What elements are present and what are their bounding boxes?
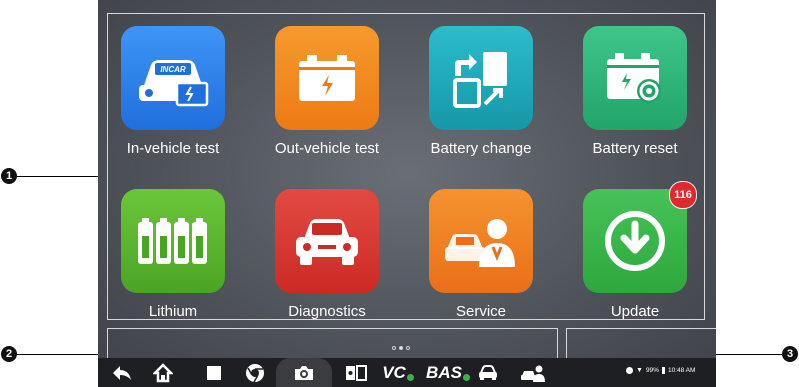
car-front-icon — [275, 189, 379, 293]
callout-3: 3 — [782, 346, 798, 362]
callout-1-line — [17, 176, 98, 177]
notification-icon — [626, 367, 633, 374]
app-lithium[interactable]: Lithium — [98, 189, 248, 320]
battery-percent: 99% — [645, 367, 659, 374]
app-in-vehicle-test[interactable]: INCAR In-vehicle test — [98, 26, 248, 157]
callout-2-line — [17, 354, 98, 355]
app-battery-change[interactable]: Battery change — [406, 26, 556, 157]
app-update[interactable]: 116 Update — [560, 181, 710, 320]
battery-level-icon — [661, 367, 665, 374]
bas-label: BAS — [426, 363, 462, 382]
app-label: Battery change — [430, 140, 532, 157]
chrome-icon[interactable] — [243, 362, 267, 384]
app-label: Out-vehicle test — [274, 140, 380, 157]
incar-text: INCAR — [160, 65, 186, 74]
page-dot-active[interactable] — [399, 346, 403, 350]
app-battery-reset[interactable]: Battery reset — [560, 26, 710, 157]
app-service[interactable]: Service — [406, 189, 556, 320]
battery-icon — [275, 26, 379, 130]
app-label: Update — [610, 303, 660, 320]
bas-icon[interactable]: BAS — [423, 362, 473, 384]
app-label: Diagnostics — [288, 303, 366, 320]
page-indicator — [392, 346, 410, 350]
download-icon: 116 — [583, 181, 697, 293]
app-label: Battery reset — [592, 140, 678, 157]
vci-label: VC — [382, 363, 406, 382]
page-dot[interactable] — [406, 346, 410, 350]
recent-apps-icon[interactable] — [202, 362, 226, 384]
notification-badge: 116 — [669, 181, 697, 209]
home-icon[interactable] — [150, 362, 176, 384]
app-label: Service — [455, 303, 507, 320]
clock: 10:48 AM — [667, 367, 696, 374]
battery-reset-icon — [583, 26, 687, 130]
screen-mirror-icon[interactable] — [342, 362, 370, 384]
callout-1: 1 — [1, 168, 17, 184]
status-bar: ▼ 99% 10:48 AM — [626, 367, 695, 374]
app-out-vehicle-test[interactable]: Out-vehicle test — [252, 26, 402, 157]
in-vehicle-test-icon: INCAR — [121, 26, 225, 130]
app-diagnostics[interactable]: Diagnostics — [252, 189, 402, 320]
camera-icon[interactable] — [276, 358, 332, 387]
callout-2: 2 — [1, 346, 17, 362]
service-icon[interactable] — [518, 362, 548, 384]
app-label: Lithium — [148, 303, 198, 320]
back-icon[interactable] — [109, 362, 135, 384]
battery-change-icon — [429, 26, 533, 130]
wifi-icon: ▼ — [636, 367, 643, 374]
page-dot[interactable] — [392, 346, 396, 350]
service-technician-icon — [429, 189, 533, 293]
callout-3-line — [716, 354, 782, 355]
car-icon[interactable] — [474, 362, 502, 384]
lithium-cells-icon — [121, 189, 225, 293]
vci-icon[interactable]: VC — [378, 362, 418, 384]
app-label: In-vehicle test — [126, 140, 220, 157]
